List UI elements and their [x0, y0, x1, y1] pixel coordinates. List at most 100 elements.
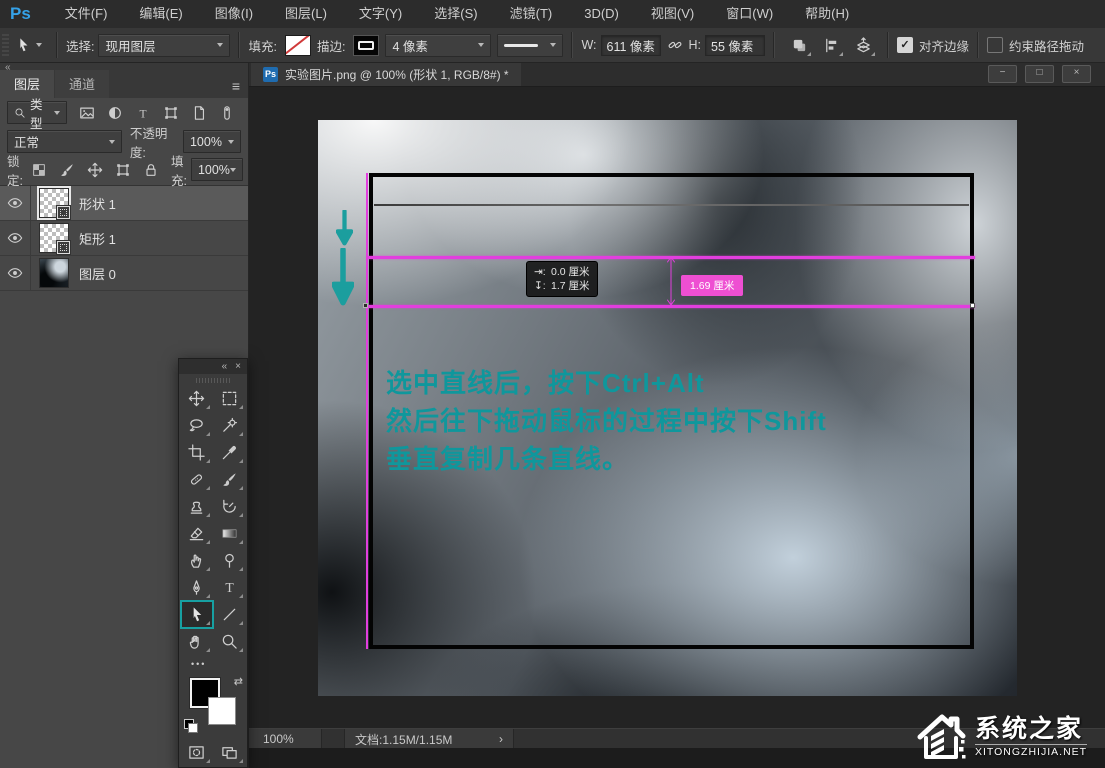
- menu-item-9[interactable]: 视图(V): [635, 0, 710, 28]
- select-mode-dropdown[interactable]: 现用图层: [98, 34, 230, 57]
- image-icon[interactable]: [75, 102, 99, 124]
- teal-down-arrow: [336, 210, 353, 246]
- swap-colors-icon[interactable]: ⇄: [234, 675, 243, 688]
- options-bar: 选择: 现用图层 填充: 描边: 4 像素 W: 611 像素 H: 55 像素…: [0, 28, 1105, 63]
- adjustment-icon[interactable]: [103, 102, 127, 124]
- tool-line[interactable]: [215, 602, 245, 627]
- more-tools-button[interactable]: •••: [179, 655, 247, 671]
- tool-marquee[interactable]: [215, 386, 245, 411]
- collapse-panel-button[interactable]: «: [222, 361, 228, 372]
- tool-clone-stamp[interactable]: [182, 494, 212, 519]
- document-tab[interactable]: Ps 实验图片.png @ 100% (形状 1, RGB/8#) *: [251, 62, 521, 86]
- menu-item-1[interactable]: 文件(F): [49, 0, 124, 28]
- menu-item-2[interactable]: 编辑(E): [123, 0, 198, 28]
- tool-spot-healing[interactable]: [182, 467, 212, 492]
- tool-move[interactable]: [182, 386, 212, 411]
- close-button[interactable]: ×: [1062, 65, 1091, 83]
- zoom-level-input[interactable]: 100%: [249, 729, 322, 749]
- visibility-eye-icon[interactable]: [0, 186, 31, 220]
- options-grip[interactable]: [2, 34, 9, 56]
- tool-lasso[interactable]: [182, 413, 212, 438]
- layer-row[interactable]: 形状 1: [0, 186, 248, 221]
- link-dimensions-icon[interactable]: [667, 37, 683, 53]
- fill-swatch[interactable]: [285, 35, 311, 56]
- tool-preset-button[interactable]: [9, 37, 48, 53]
- stroke-swatch[interactable]: [353, 35, 379, 56]
- tool-brush[interactable]: [215, 467, 245, 492]
- close-panel-button[interactable]: ×: [235, 361, 241, 372]
- tab-通道[interactable]: 通道: [55, 70, 109, 98]
- anchor-point[interactable]: [363, 303, 368, 308]
- tab-图层[interactable]: 图层: [0, 70, 54, 98]
- stroke-style-dropdown[interactable]: [497, 34, 563, 57]
- canvas[interactable]: ⇥:0.0 厘米 ↧:1.7 厘米 1.69 厘米 选中直线后，按下Ctrl+A…: [318, 120, 1017, 696]
- menu-item-11[interactable]: 帮助(H): [789, 0, 865, 28]
- menu-item-3[interactable]: 图像(I): [199, 0, 269, 28]
- tool-eraser[interactable]: [182, 521, 212, 546]
- visibility-eye-icon[interactable]: [0, 221, 31, 255]
- fill-amount-dropdown[interactable]: 100%: [191, 158, 243, 181]
- layer-row[interactable]: 图层 0: [0, 256, 248, 291]
- tool-hand[interactable]: [182, 629, 212, 654]
- menu-item-8[interactable]: 3D(D): [568, 0, 635, 28]
- layer-thumbnail[interactable]: [39, 188, 69, 218]
- tool-quick-selection[interactable]: [215, 413, 245, 438]
- tool-crop[interactable]: [182, 440, 212, 465]
- smart-object-icon[interactable]: [187, 102, 211, 124]
- lock-checkerboard-icon[interactable]: [27, 159, 51, 181]
- menu-item-7[interactable]: 滤镜(T): [494, 0, 569, 28]
- document-size-status[interactable]: 文档:1.15M/1.15M ›: [344, 729, 514, 749]
- panel-grip[interactable]: [196, 378, 230, 383]
- tool-path-selection[interactable]: [182, 602, 212, 627]
- minimize-button[interactable]: −: [988, 65, 1017, 83]
- panel-menu-icon[interactable]: ≡: [232, 78, 240, 94]
- tool-eyedropper[interactable]: [215, 440, 245, 465]
- menu-item-10[interactable]: 窗口(W): [710, 0, 789, 28]
- menu-item-5[interactable]: 文字(Y): [343, 0, 418, 28]
- lock-brush-icon[interactable]: [55, 159, 79, 181]
- anchor-point[interactable]: [970, 303, 975, 308]
- ps-file-icon: Ps: [263, 67, 278, 82]
- menu-item-6[interactable]: 选择(S): [418, 0, 493, 28]
- path-arrangement-icon[interactable]: [850, 33, 876, 57]
- filter-type-dropdown[interactable]: 类型: [7, 101, 67, 124]
- tool-type[interactable]: T: [215, 575, 245, 600]
- width-input[interactable]: 611 像素: [601, 35, 661, 56]
- blend-mode-dropdown[interactable]: 正常: [7, 130, 122, 153]
- type-filter-icon[interactable]: T: [131, 102, 155, 124]
- background-color-swatch[interactable]: [208, 697, 236, 725]
- tool-dodge[interactable]: [215, 548, 245, 573]
- tool-history-brush[interactable]: [215, 494, 245, 519]
- toggle-icon[interactable]: [215, 102, 239, 124]
- tool-quick-mask[interactable]: [182, 740, 212, 765]
- height-value: 55 像素: [711, 36, 753, 55]
- layer-thumbnail[interactable]: [39, 258, 69, 288]
- path-operations-icon[interactable]: [786, 33, 812, 57]
- opacity-dropdown[interactable]: 100%: [183, 130, 241, 153]
- tool-screen-mode[interactable]: [215, 740, 245, 765]
- magenta-vertical-path: [366, 173, 368, 649]
- tool-gradient[interactable]: [215, 521, 245, 546]
- tool-smudge[interactable]: [182, 548, 212, 573]
- lock-shape-icon[interactable]: [111, 159, 135, 181]
- width-label: W:: [581, 38, 596, 52]
- shape-icon[interactable]: [159, 102, 183, 124]
- layer-row[interactable]: 矩形 1: [0, 221, 248, 256]
- lock-lock-icon[interactable]: [139, 159, 163, 181]
- align-edges-checkbox[interactable]: ✓: [897, 37, 913, 53]
- constrain-path-checkbox[interactable]: [987, 37, 1003, 53]
- layer-thumbnail[interactable]: [39, 223, 69, 253]
- separator: [977, 32, 979, 58]
- height-input[interactable]: 55 像素: [705, 35, 765, 56]
- menu-item-4[interactable]: 图层(L): [269, 0, 343, 28]
- lock-move-icon[interactable]: [83, 159, 107, 181]
- tool-pen[interactable]: [182, 575, 212, 600]
- path-alignment-icon[interactable]: [818, 33, 844, 57]
- default-colors-icon[interactable]: [184, 719, 198, 733]
- visibility-eye-icon[interactable]: [0, 256, 31, 290]
- opacity-value: 100%: [190, 135, 222, 149]
- stroke-width-dropdown[interactable]: 4 像素: [385, 34, 491, 57]
- maximize-button[interactable]: □: [1025, 65, 1054, 83]
- status-expander-icon[interactable]: ›: [499, 732, 503, 746]
- tool-zoom[interactable]: [215, 629, 245, 654]
